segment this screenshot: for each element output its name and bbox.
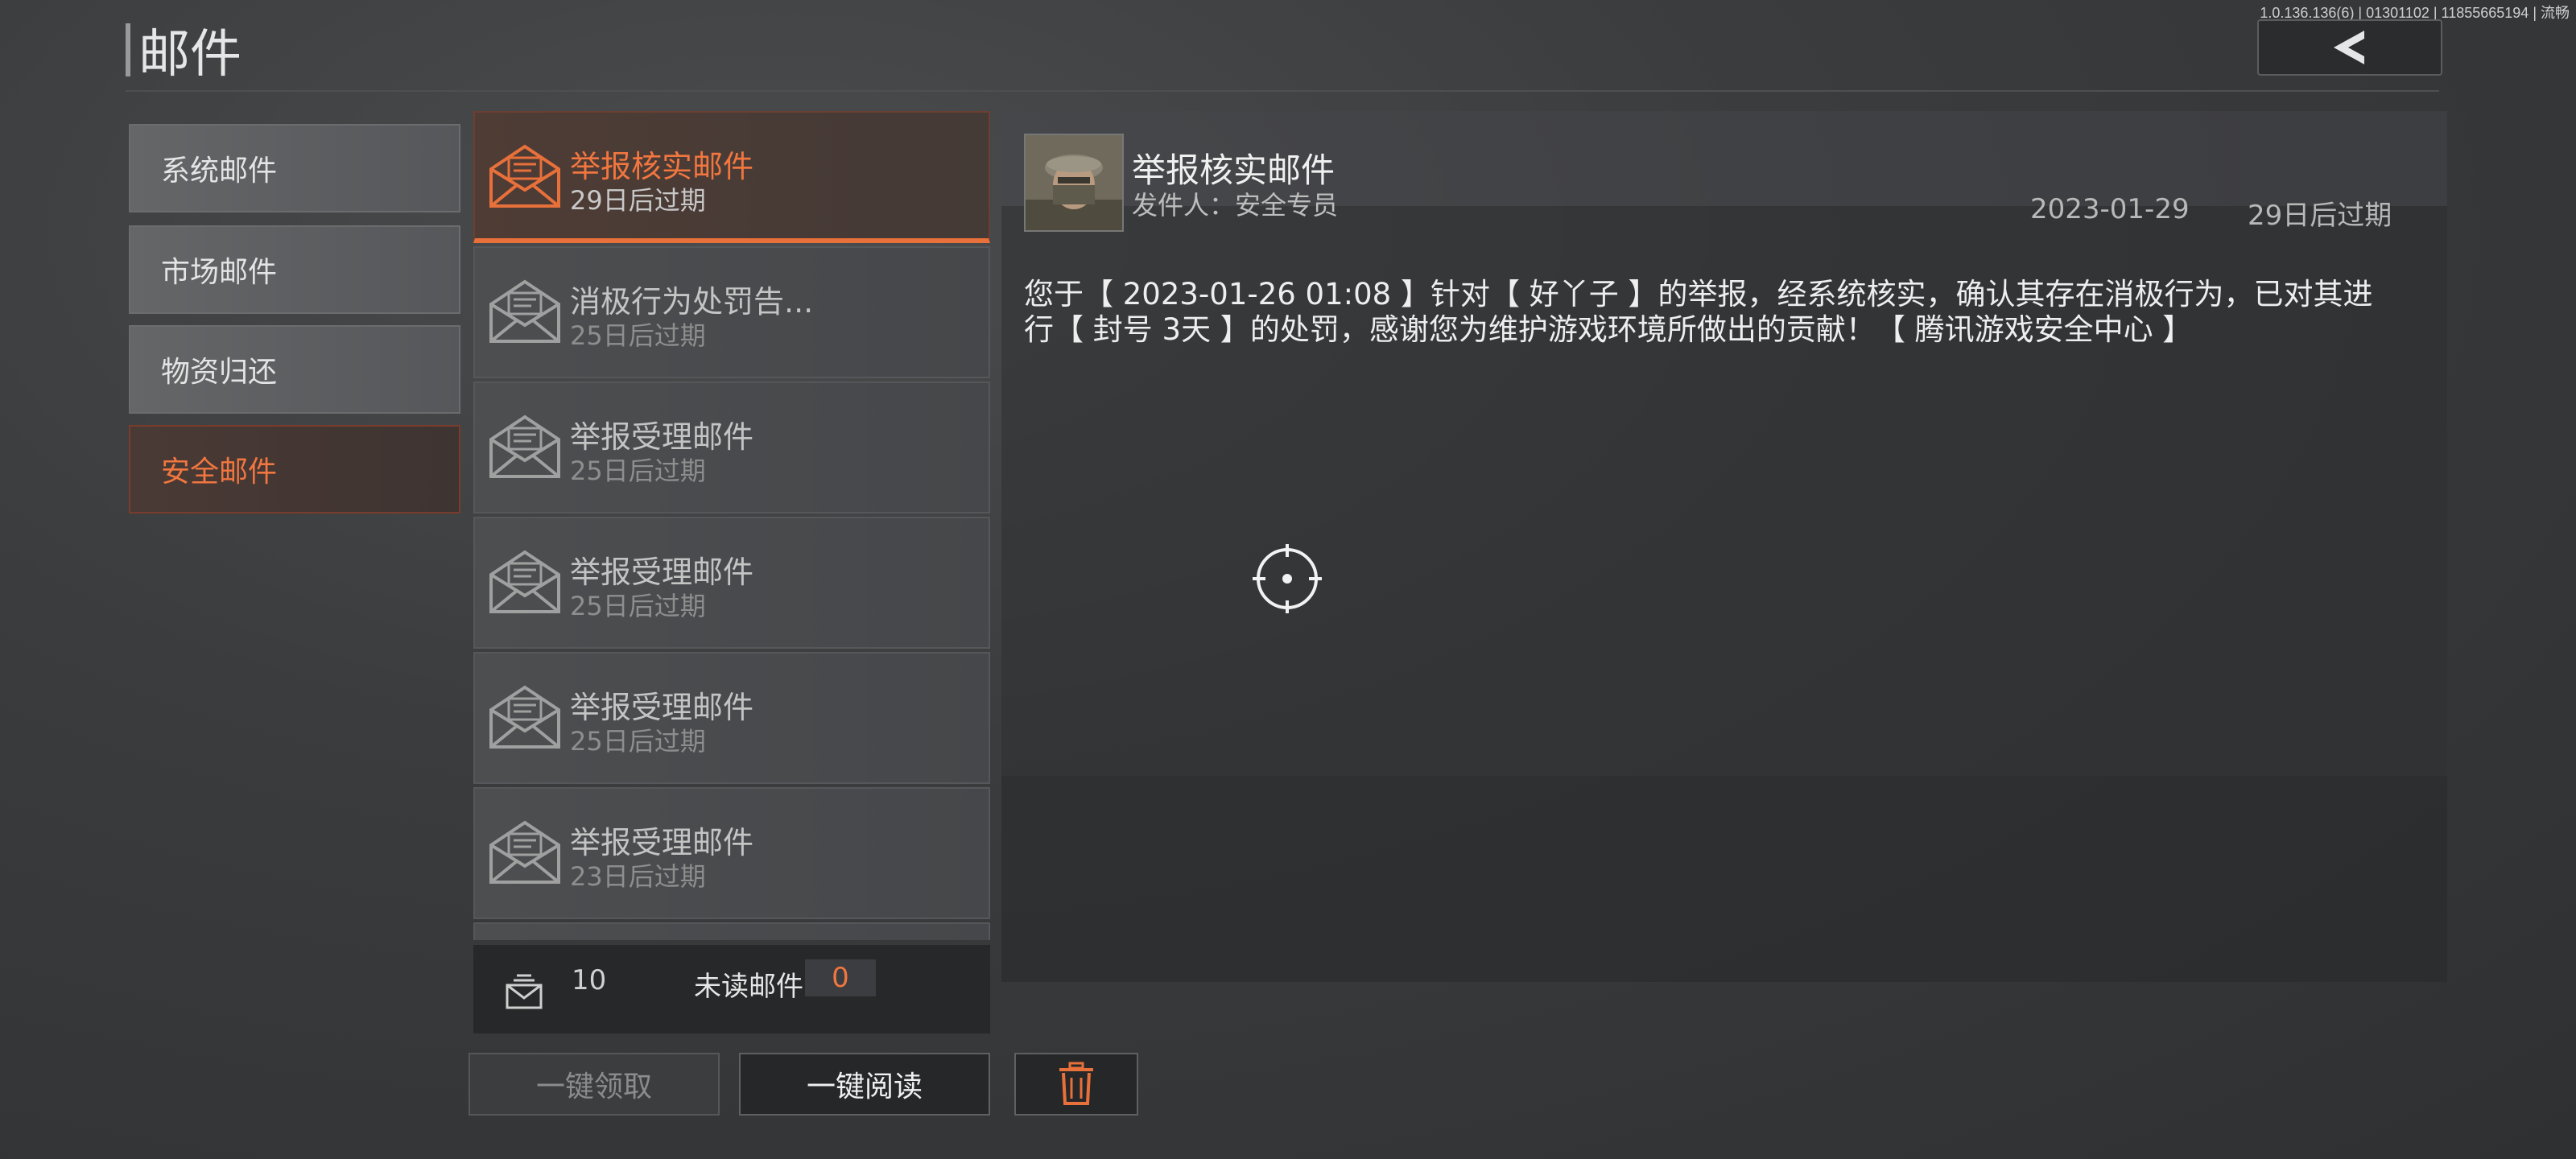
mail-title: 举报受理邮件 xyxy=(570,555,754,590)
mail-count: 10 xyxy=(572,964,607,996)
envelope-icon xyxy=(489,550,560,613)
read-all-button[interactable]: 一键阅读 xyxy=(739,1053,990,1116)
envelope-icon xyxy=(489,685,560,749)
page-header: 邮件 xyxy=(126,18,242,85)
envelope-icon xyxy=(489,279,560,343)
mail-item[interactable]: 举报核实邮件 29日后过期 xyxy=(473,111,990,243)
mail-title: 举报受理邮件 xyxy=(570,690,754,725)
envelope-icon xyxy=(489,820,560,884)
title-accent-bar xyxy=(126,23,130,76)
mail-detail-lower-bg xyxy=(1001,776,2447,982)
mail-title: 举报受理邮件 xyxy=(570,825,754,860)
mail-detail-sender: 发件人：安全专员 xyxy=(1132,190,1339,221)
mail-expire: 25日后过期 xyxy=(570,726,706,757)
unread-label: 未读邮件 xyxy=(694,971,803,1003)
unread-count: 0 xyxy=(805,959,876,996)
header-divider xyxy=(126,90,2439,92)
back-arrow-icon xyxy=(2334,31,2364,64)
delete-button[interactable] xyxy=(1014,1053,1138,1116)
category-market-mail[interactable]: 市场邮件 xyxy=(129,225,460,314)
mail-expire: 25日后过期 xyxy=(570,456,706,486)
mail-item[interactable]: 举报受理邮件 25日后过期 xyxy=(473,652,990,784)
category-supply-return[interactable]: 物资归还 xyxy=(129,325,460,414)
back-button[interactable] xyxy=(2257,19,2442,76)
mail-item-partial[interactable] xyxy=(473,922,990,940)
mail-expire: 25日后过期 xyxy=(570,591,706,621)
mail-expire: 29日后过期 xyxy=(570,185,706,216)
mail-stats-bar: 10 未读邮件 0 xyxy=(473,945,990,1033)
mail-detail-expire: 29日后过期 xyxy=(2248,200,2392,232)
crosshair-icon xyxy=(1253,544,1322,613)
page-title: 邮件 xyxy=(138,25,242,85)
category-system-mail[interactable]: 系统邮件 xyxy=(129,124,460,212)
mail-detail-content: 您于【 2023-01-26 01:08 】针对【 好丫子 】的举报，经系统核实… xyxy=(1024,277,2373,347)
mailbox-icon xyxy=(506,974,543,1009)
mail-item[interactable]: 举报受理邮件 23日后过期 xyxy=(473,787,990,919)
category-security-mail[interactable]: 安全邮件 xyxy=(129,425,460,514)
trash-icon xyxy=(1059,1062,1093,1105)
mail-title: 举报核实邮件 xyxy=(570,149,754,184)
mail-item[interactable]: 举报受理邮件 25日后过期 xyxy=(473,382,990,514)
envelope-icon xyxy=(489,144,560,208)
mail-detail-date: 2023-01-29 xyxy=(2030,193,2190,225)
collect-all-button[interactable]: 一键领取 xyxy=(469,1053,720,1116)
mail-item[interactable]: 举报受理邮件 25日后过期 xyxy=(473,517,990,649)
mail-expire: 25日后过期 xyxy=(570,320,706,351)
mail-list[interactable]: 举报核实邮件 29日后过期 消极行为处罚告... 25日后过期 举报受理邮件 2… xyxy=(473,111,990,940)
mail-title: 举报受理邮件 xyxy=(570,419,754,455)
sender-avatar xyxy=(1024,134,1124,232)
mail-expire: 23日后过期 xyxy=(570,861,706,892)
mail-title: 消极行为处罚告... xyxy=(570,284,814,320)
mail-item[interactable]: 消极行为处罚告... 25日后过期 xyxy=(473,246,990,378)
envelope-icon xyxy=(489,415,560,478)
